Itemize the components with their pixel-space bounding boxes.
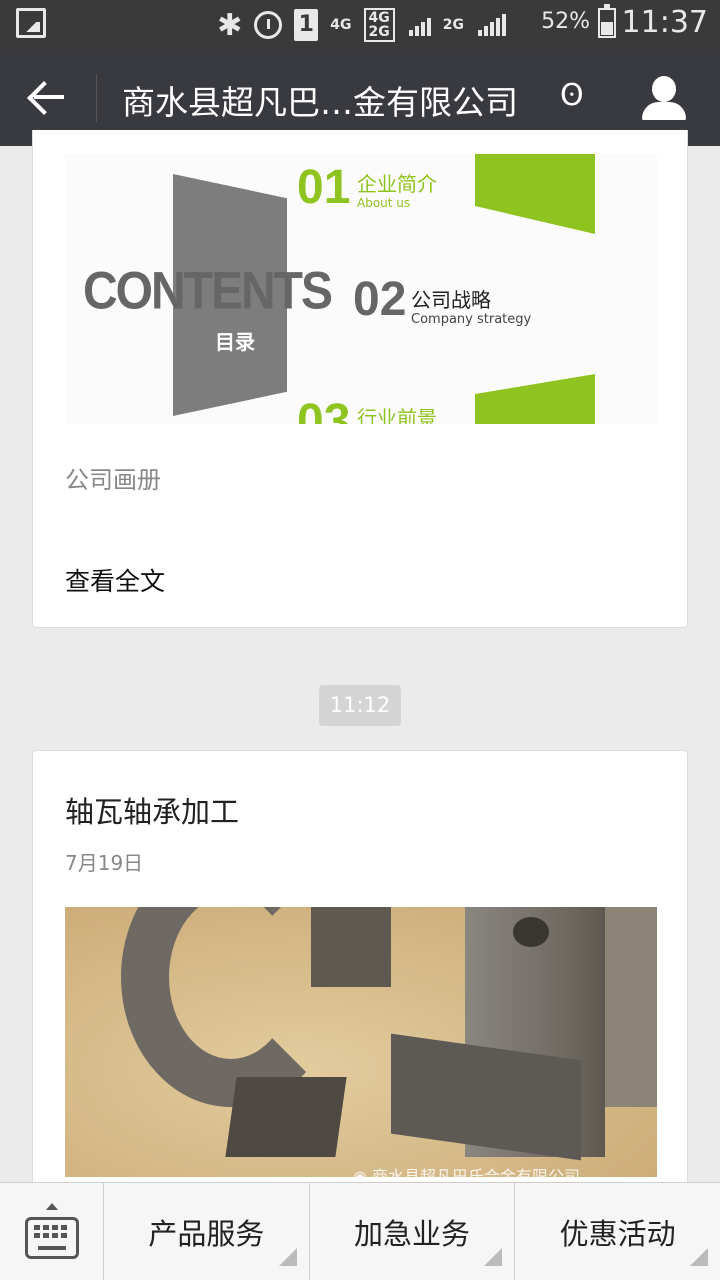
submenu-corner-icon xyxy=(484,1248,503,1266)
article-cover-image[interactable]: ◉ 商水县超凡巴氏合金有限公司 xyxy=(65,907,657,1177)
item3-title: 行业前景 xyxy=(357,406,437,424)
page-title: 商水县超凡巴…金有限公司 xyxy=(122,83,518,122)
menu-urgent-service[interactable]: 加急业务 xyxy=(310,1183,516,1280)
album-caption: 公司画册 xyxy=(65,466,161,494)
item3-number: 03 xyxy=(297,395,351,424)
menu-label: 优惠活动 xyxy=(559,1216,676,1251)
submenu-corner-icon xyxy=(278,1248,297,1266)
menu-label: 产品服务 xyxy=(148,1216,265,1251)
album-banner-image[interactable]: CONTENTS 目录 01 企业简介 About us 02 公司战略 Com… xyxy=(65,154,657,424)
keyboard-space-icon xyxy=(38,1246,66,1250)
bearing-shell-right xyxy=(391,907,657,1177)
bearing-hole-shape xyxy=(513,917,549,947)
ear-mode-icon[interactable]: ʘ xyxy=(560,78,584,113)
green-accent-bottom xyxy=(475,374,595,424)
item1-number: 01 xyxy=(297,161,351,214)
contents-subtitle: 目录 xyxy=(215,330,255,354)
network-secondary-indicator: 4G 2G xyxy=(363,8,395,42)
item1-subtitle: About us xyxy=(357,196,411,210)
album-card[interactable]: CONTENTS 目录 01 企业简介 About us 02 公司战略 Com… xyxy=(32,130,688,628)
read-more-link[interactable]: 查看全文 xyxy=(65,562,165,598)
keyboard-toggle-button[interactable] xyxy=(0,1183,104,1280)
contents-word: CONTENTS xyxy=(83,262,333,321)
item2-title: 公司战略 xyxy=(411,288,491,312)
battery-percent: 52% xyxy=(541,9,590,34)
cloth-shape xyxy=(605,907,657,1107)
battery-icon xyxy=(598,4,616,38)
signal-bars-icon xyxy=(408,14,431,36)
menu-label: 加急业务 xyxy=(354,1216,471,1251)
item2-subtitle: Company strategy xyxy=(411,312,532,327)
menu-promotions[interactable]: 优惠活动 xyxy=(515,1183,720,1280)
bearing-shell-left xyxy=(121,907,391,1157)
bearing-block-bottom xyxy=(225,1077,347,1157)
gallery-notification-icon xyxy=(16,8,46,38)
sim-slot-indicator: 1 xyxy=(294,9,319,41)
menu-product-service[interactable]: 产品服务 xyxy=(104,1183,310,1280)
profile-icon[interactable] xyxy=(640,76,688,124)
network-secondary-bottom: 2G xyxy=(368,24,390,40)
article-card[interactable]: 轴瓦轴承加工 7月19日 ◉ 商水县超凡巴氏合金有限公司 xyxy=(32,750,688,1210)
green-accent-top xyxy=(475,154,595,234)
bluetooth-icon: ✱ xyxy=(217,7,243,43)
title-divider xyxy=(96,74,97,122)
status-time: 11:37 xyxy=(621,5,708,40)
back-arrow-icon[interactable] xyxy=(28,78,72,118)
bottom-menu-bar: 产品服务 加急业务 优惠活动 xyxy=(0,1182,720,1280)
network-tertiary-label: 2G xyxy=(442,17,464,33)
article-date: 7月19日 xyxy=(65,851,144,875)
bearing-block-top xyxy=(311,907,391,987)
alarm-icon xyxy=(254,11,283,39)
status-icons: ✱ 1 4G 4G 2G 2G xyxy=(217,6,506,44)
article-title[interactable]: 轴瓦轴承加工 xyxy=(65,789,239,831)
watermark-text: 商水县超凡巴氏合金有限公司 xyxy=(372,1167,581,1177)
time-separator: 11:12 xyxy=(319,685,401,726)
network-primary-label: 4G xyxy=(330,17,352,33)
expand-up-icon xyxy=(46,1203,58,1210)
keyboard-keys-icon xyxy=(34,1225,70,1238)
keyboard-icon xyxy=(25,1217,79,1259)
image-watermark: ◉ 商水县超凡巴氏合金有限公司 xyxy=(353,1163,580,1177)
signal-bars-icon-2 xyxy=(478,14,506,36)
status-bar: ✱ 1 4G 4G 2G 2G 52% 11:37 xyxy=(0,0,720,50)
item2-number: 02 xyxy=(353,273,407,326)
item1-title: 企业简介 xyxy=(357,172,437,196)
submenu-corner-icon xyxy=(690,1248,709,1266)
